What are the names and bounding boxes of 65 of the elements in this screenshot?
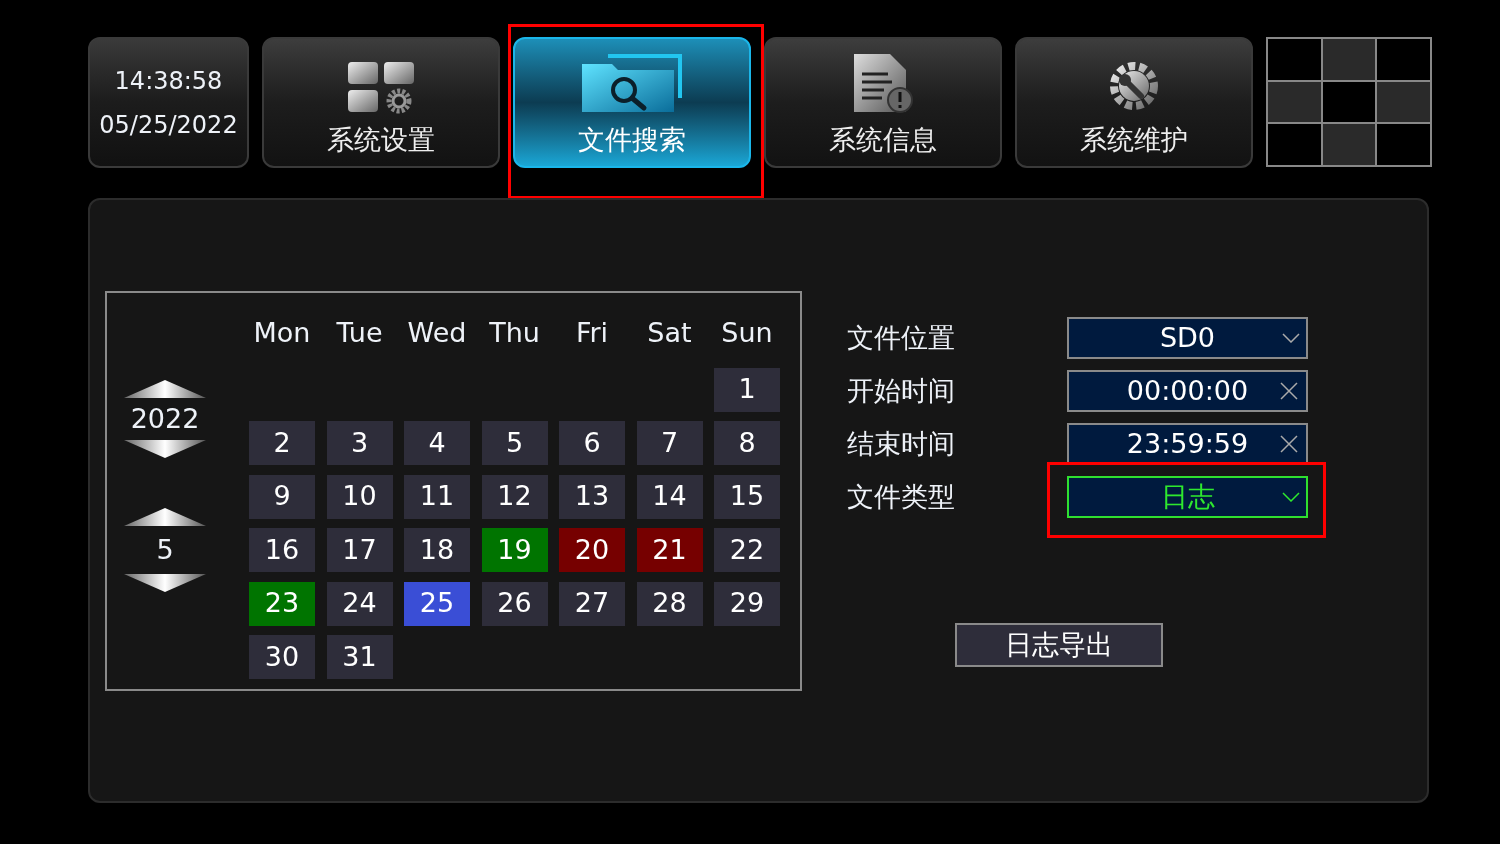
calendar-day[interactable]: 26 xyxy=(481,581,548,626)
calendar-day[interactable]: 30 xyxy=(249,635,315,679)
calendar-day[interactable]: 9 xyxy=(249,474,315,519)
calendar-day[interactable]: 1 xyxy=(714,367,780,412)
field-label: 文件类型 xyxy=(847,479,956,514)
calendar-day[interactable]: 17 xyxy=(326,528,393,572)
calendar-day[interactable]: 8 xyxy=(714,421,780,465)
calendar-day[interactable]: 19 xyxy=(481,528,548,572)
calendar-day[interactable]: 28 xyxy=(636,581,703,626)
menu-tab[interactable]: 系统设置 xyxy=(262,37,500,168)
layout-grid-icon[interactable] xyxy=(1266,37,1432,167)
calendar-day[interactable]: 11 xyxy=(404,474,470,519)
calendar-day[interactable]: 7 xyxy=(636,421,703,465)
time-field[interactable]: 00:00:00 xyxy=(1067,370,1308,412)
field-label: 开始时间 xyxy=(847,373,956,408)
calendar-day[interactable]: 14 xyxy=(636,474,703,519)
year-down-arrow[interactable] xyxy=(123,439,207,459)
calendar-day[interactable]: 27 xyxy=(559,581,625,626)
calendar-day[interactable]: 2 xyxy=(249,421,315,465)
weekday-header: Tue xyxy=(335,316,384,350)
year-value: 2022 xyxy=(130,402,200,436)
calendar-day[interactable]: 25 xyxy=(404,581,470,626)
month-down-arrow[interactable] xyxy=(123,573,207,593)
dropdown-field[interactable]: 日志 xyxy=(1067,476,1308,518)
weekday-header: Wed xyxy=(406,316,468,350)
calendar-day[interactable]: 13 xyxy=(559,474,625,519)
calendar-day[interactable]: 31 xyxy=(326,635,393,679)
calendar-day[interactable]: 24 xyxy=(326,581,393,626)
calendar-day[interactable]: 3 xyxy=(326,421,393,465)
weekday-header: Sat xyxy=(646,316,693,350)
clock-time: 14:38:58 xyxy=(114,65,223,97)
dropdown-field[interactable]: SD0 xyxy=(1067,317,1308,359)
clear-icon[interactable] xyxy=(1280,435,1298,453)
clock-date: 05/25/2022 xyxy=(99,109,238,141)
weekday-header: Mon xyxy=(252,316,312,350)
clear-icon[interactable] xyxy=(1280,382,1298,400)
time-field[interactable]: 23:59:59 xyxy=(1067,423,1308,465)
chevron-down-icon xyxy=(1282,333,1300,343)
calendar-day[interactable]: 22 xyxy=(714,528,780,572)
tiles-gear-icon xyxy=(346,59,416,114)
menu-tab[interactable]: 文件搜索 xyxy=(513,37,751,168)
calendar-day[interactable]: 10 xyxy=(326,474,393,519)
field-label: 文件位置 xyxy=(847,320,956,355)
calendar-day[interactable]: 5 xyxy=(481,421,548,465)
calendar-day[interactable]: 4 xyxy=(404,421,470,465)
calendar-day[interactable]: 21 xyxy=(636,528,703,572)
month-value: 5 xyxy=(156,533,174,567)
calendar-day[interactable]: 12 xyxy=(481,474,548,519)
calendar-day[interactable]: 6 xyxy=(559,421,625,465)
export-log-button[interactable]: 日志导出 xyxy=(955,623,1163,667)
weekday-header: Sun xyxy=(720,316,774,350)
calendar-day[interactable]: 23 xyxy=(249,581,315,626)
calendar-day[interactable]: 16 xyxy=(249,528,315,572)
calendar-day[interactable]: 15 xyxy=(714,474,780,519)
calendar-day[interactable]: 20 xyxy=(559,528,625,572)
year-up-arrow[interactable] xyxy=(123,379,207,399)
menu-tab[interactable]: 系统维护 xyxy=(1015,37,1253,168)
menu-tab[interactable]: 系统信息 xyxy=(764,37,1002,168)
field-label: 结束时间 xyxy=(847,426,956,461)
weekday-header: Fri xyxy=(574,316,610,350)
chevron-down-icon xyxy=(1282,492,1300,502)
month-up-arrow[interactable] xyxy=(123,507,207,527)
calendar-day[interactable]: 29 xyxy=(714,581,780,626)
calendar-day[interactable]: 18 xyxy=(404,528,470,572)
weekday-header: Thu xyxy=(488,316,541,350)
